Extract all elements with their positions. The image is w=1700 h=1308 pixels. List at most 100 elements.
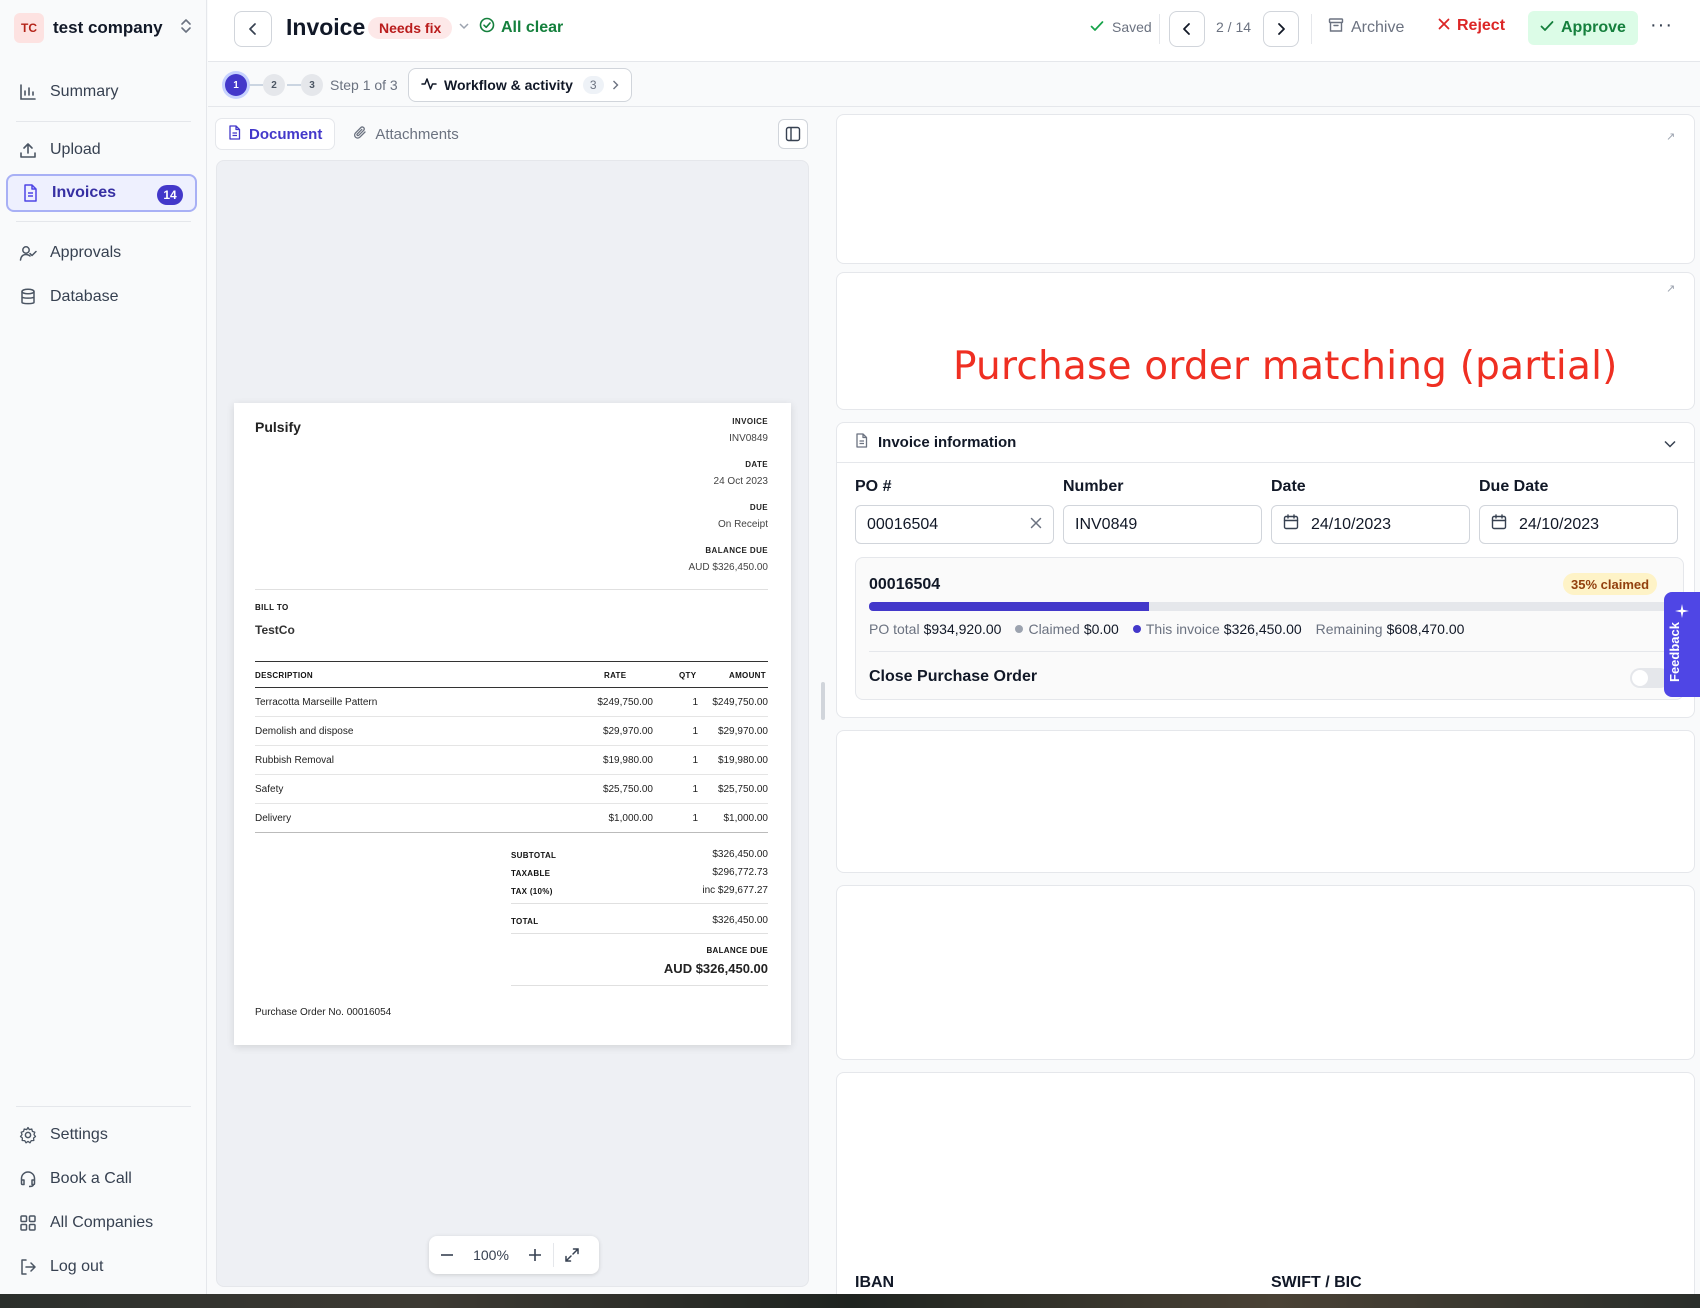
divider <box>869 651 1671 652</box>
gear-icon <box>18 1125 38 1145</box>
approve-button[interactable]: Approve <box>1528 11 1638 45</box>
status-badge[interactable]: Needs fix <box>368 17 453 39</box>
po-progress-bar <box>869 602 1669 611</box>
subtotal-label: SUBTOTAL <box>511 851 557 860</box>
check-icon <box>1090 19 1104 35</box>
invoice-information-title: Invoice information <box>878 434 1017 451</box>
paperclip-icon <box>353 125 367 144</box>
po-progress-fill <box>869 602 1149 611</box>
claimed-value: $0.00 <box>1083 621 1119 637</box>
sidebar-item-label: Summary <box>50 83 119 100</box>
po-matching-card <box>836 272 1695 410</box>
step-1[interactable]: 1 <box>225 74 247 96</box>
swift-bic-label: SWIFT / BIC <box>1271 1274 1362 1291</box>
chevron-icon[interactable]: ↗ <box>1666 130 1675 143</box>
upload-icon <box>18 140 38 160</box>
total-value: $326,450.00 <box>712 915 768 926</box>
sidebar-item-settings[interactable]: Settings <box>6 1116 197 1154</box>
total-label: TOTAL <box>511 917 539 926</box>
calendar-icon <box>1491 514 1507 535</box>
bill-to-name: TestCo <box>255 623 295 637</box>
top-bar: Invoice Needs fix All clear Saved 2 / 14… <box>208 0 1700 62</box>
taxable-value: $296,772.73 <box>712 867 768 878</box>
zoom-level: 100% <box>473 1247 509 1263</box>
zoom-in-button[interactable] <box>517 1236 553 1274</box>
sidebar-item-upload[interactable]: Upload <box>6 131 197 169</box>
invoice-number-block: INVOICE INV0849 <box>729 417 768 444</box>
sidebar-item-all-companies[interactable]: All Companies <box>6 1204 197 1242</box>
next-invoice-button[interactable] <box>1263 11 1299 47</box>
bank-details-card <box>836 1072 1695 1294</box>
grid-icon <box>18 1213 38 1233</box>
close-po-label: Close Purchase Order <box>869 668 1038 685</box>
claimed-badge: 35% claimed <box>1563 573 1658 595</box>
tab-document-label: Document <box>249 125 323 143</box>
step-connector <box>287 84 301 86</box>
table-row: Delivery $1,000.00 1 $1,000.00 <box>255 804 768 833</box>
date-input[interactable]: 24/10/2023 <box>1271 505 1470 544</box>
toggle-panel-button[interactable] <box>778 119 808 149</box>
bill-to-label: BILL TO <box>255 603 289 612</box>
invoice-number-input[interactable]: INV0849 <box>1063 505 1262 544</box>
step-connector <box>249 84 263 86</box>
chevron-down-icon[interactable] <box>459 19 469 33</box>
this-invoice-value: $326,450.00 <box>1223 621 1302 637</box>
step-2[interactable]: 2 <box>263 74 285 96</box>
clear-icon[interactable] <box>1030 516 1042 534</box>
sidebar-item-invoices[interactable]: Invoices 14 <box>6 174 197 212</box>
invoice-information-header[interactable]: Invoice information <box>837 423 1694 463</box>
divider <box>511 985 768 986</box>
workflow-activity-button[interactable]: Workflow & activity 3 <box>408 68 632 102</box>
x-icon <box>1438 17 1450 35</box>
sidebar-item-log-out[interactable]: Log out <box>6 1248 197 1286</box>
balance-due-value: AUD $326,450.00 <box>663 961 768 976</box>
due-date-input[interactable]: 24/10/2023 <box>1479 505 1678 544</box>
step-3[interactable]: 3 <box>301 74 323 96</box>
archive-button[interactable]: Archive <box>1328 17 1404 38</box>
validation-status[interactable]: All clear <box>479 17 563 38</box>
invoice-balance-block: BALANCE DUE AUD $326,450.00 <box>688 546 768 573</box>
company-switcher[interactable]: TC test company <box>14 13 194 43</box>
previous-invoice-button[interactable] <box>1169 11 1205 47</box>
validation-status-label: All clear <box>501 18 564 36</box>
due-date-label: Due Date <box>1479 478 1549 495</box>
purchase-order-summary: 00016504 35% claimed PO total $934,920.0… <box>855 557 1684 700</box>
sidebar-item-book-a-call[interactable]: Book a Call <box>6 1160 197 1198</box>
collapsed-section-card <box>836 114 1695 264</box>
desktop-background <box>0 1294 1700 1308</box>
invoice-number-value: INV0849 <box>1075 515 1138 533</box>
tab-document[interactable]: Document <box>215 118 336 150</box>
file-icon <box>20 183 40 203</box>
document-viewer[interactable]: Pulsify INVOICE INV0849 DATE 24 Oct 2023… <box>216 160 809 1287</box>
chevron-icon[interactable]: ↗ <box>1666 282 1675 295</box>
invoice-page: Pulsify INVOICE INV0849 DATE 24 Oct 2023… <box>234 403 791 1045</box>
chevron-down-icon <box>1664 435 1676 452</box>
invoice-due-block: DUE On Receipt <box>717 503 768 530</box>
tax-value: inc $29,677.27 <box>702 885 768 896</box>
feedback-tab[interactable]: Feedback <box>1664 592 1700 697</box>
po-number-value: 00016504 <box>867 515 939 533</box>
approve-label: Approve <box>1561 19 1626 36</box>
panel-resize-handle[interactable] <box>821 682 825 720</box>
sidebar-item-approvals[interactable]: Approvals <box>6 234 197 272</box>
reject-button[interactable]: Reject <box>1438 17 1505 35</box>
back-button[interactable] <box>234 11 272 47</box>
po-number-label: PO # <box>855 478 892 495</box>
zoom-out-button[interactable] <box>429 1236 465 1274</box>
sidebar-item-label: Invoices <box>52 184 117 201</box>
divider <box>1311 14 1312 44</box>
tab-attachments[interactable]: Attachments <box>341 118 470 150</box>
workflow-activity-count: 3 <box>582 76 604 94</box>
sidebar-item-summary[interactable]: Summary <box>6 73 197 111</box>
expand-icon <box>565 1248 579 1262</box>
po-number-input[interactable]: 00016504 <box>855 505 1054 544</box>
plus-icon <box>529 1249 541 1261</box>
pager-position: 2 / 14 <box>1216 19 1252 35</box>
more-options-icon[interactable]: ··· <box>1650 14 1673 37</box>
this-invoice-dot <box>1132 625 1141 633</box>
sidebar-divider <box>16 1106 191 1107</box>
chevron-left-icon <box>249 23 256 35</box>
fullscreen-button[interactable] <box>554 1236 590 1274</box>
invoice-date-block: DATE 24 Oct 2023 <box>713 460 768 487</box>
sidebar-item-database[interactable]: Database <box>6 278 197 316</box>
